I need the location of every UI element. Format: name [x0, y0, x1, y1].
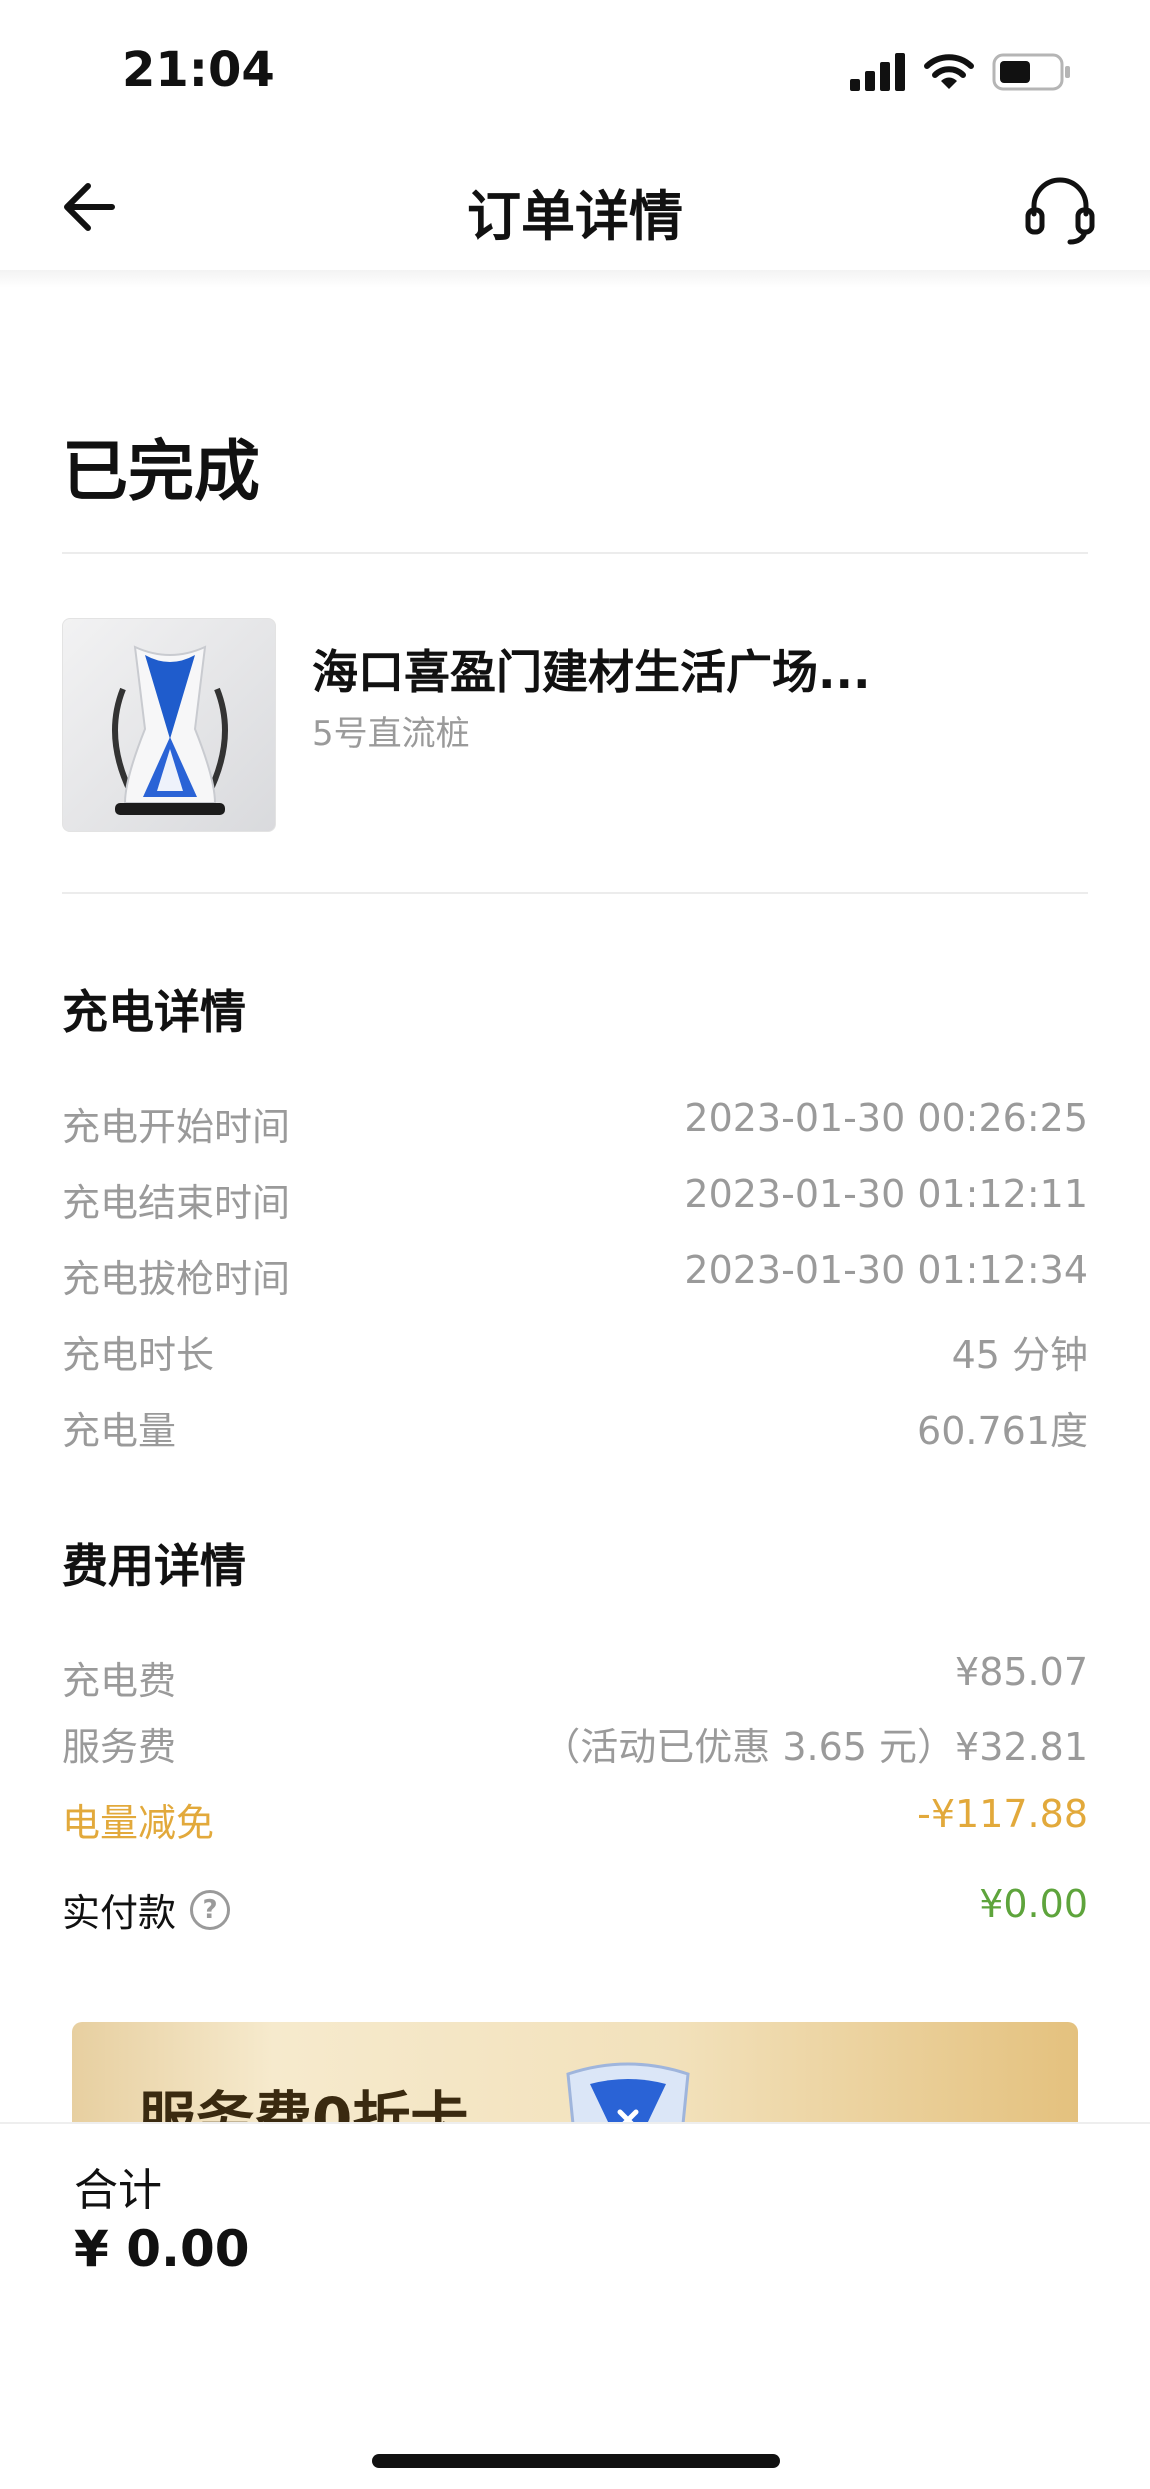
detail-value: 2023-01-30 01:12:11 — [684, 1172, 1088, 1216]
detail-label: 充电拔枪时间 — [62, 1257, 291, 1301]
charging-details-title: 充电详情 — [62, 985, 246, 1039]
divider — [62, 552, 1088, 554]
fee-row-paid: 实付款 ? ¥0.00 — [62, 1882, 1088, 1938]
bottom-bar: 合计 ¥ 0.00 — [0, 2122, 1150, 2489]
promo-badge-icon — [566, 2062, 690, 2122]
promo-title: 服务费0折卡 — [138, 2085, 469, 2122]
fee-value: -¥117.88 — [917, 1792, 1088, 1836]
fee-label: 服务费 — [62, 1725, 177, 1769]
fee-value: （活动已优惠 3.65 元）¥32.81 — [542, 1725, 1088, 1769]
detail-row-energy: 充电量 60.761度 — [62, 1400, 1088, 1456]
detail-row-duration: 充电时长 45 分钟 — [62, 1324, 1088, 1380]
wifi-icon — [924, 54, 974, 89]
charger-image — [62, 618, 276, 832]
fee-row-charge: 充电费 ¥85.07 — [62, 1650, 1088, 1706]
fee-row-discount: 电量减免 -¥117.88 — [62, 1792, 1088, 1848]
detail-value: 2023-01-30 01:12:34 — [684, 1248, 1088, 1292]
station-name: 海口喜盈门建材生活广场... — [312, 645, 871, 699]
station-card[interactable]: 海口喜盈门建材生活广场... 5号直流桩 — [62, 618, 1088, 832]
status-time: 21:04 — [122, 42, 275, 98]
detail-row-unplug-time: 充电拔枪时间 2023-01-30 01:12:34 — [62, 1248, 1088, 1304]
fee-row-service: 服务费 （活动已优惠 3.65 元）¥32.81 — [62, 1716, 1088, 1772]
detail-label: 充电开始时间 — [62, 1105, 291, 1149]
fee-label: 电量减免 — [62, 1801, 215, 1845]
detail-row-start-time: 充电开始时间 2023-01-30 00:26:25 — [62, 1096, 1088, 1152]
detail-label: 充电量 — [62, 1409, 177, 1453]
battery-icon — [992, 53, 1070, 91]
page-title: 订单详情 — [467, 185, 683, 248]
detail-value: 2023-01-30 00:26:25 — [684, 1096, 1088, 1140]
detail-row-end-time: 充电结束时间 2023-01-30 01:12:11 — [62, 1172, 1088, 1228]
fee-details-title: 费用详情 — [62, 1539, 246, 1593]
status-bar: 21:04 — [0, 0, 1150, 150]
detail-value: 45 分钟 — [951, 1333, 1088, 1377]
fee-label: 实付款 — [62, 1891, 177, 1935]
detail-value: 60.761度 — [917, 1409, 1088, 1453]
status-icons — [850, 52, 1072, 92]
nav-bar: 订单详情 — [0, 150, 1150, 270]
fee-value: ¥0.00 — [979, 1882, 1088, 1926]
customer-service-headset-icon[interactable] — [1022, 172, 1098, 248]
divider — [62, 892, 1088, 894]
paid-label-group: 实付款 ? — [62, 1882, 231, 1937]
cellular-signal-icon — [850, 53, 905, 91]
charging-pile-label: 5号直流桩 — [312, 714, 470, 754]
fee-label: 充电费 — [62, 1659, 177, 1703]
total-value: ¥ 0.00 — [74, 2220, 250, 2278]
fee-value: ¥85.07 — [955, 1650, 1088, 1694]
home-indicator — [372, 2454, 780, 2468]
promo-card[interactable]: 服务费0折卡 — [72, 2022, 1078, 2122]
total-label: 合计 — [74, 2165, 162, 2216]
nav-shadow — [0, 270, 1150, 288]
order-status: 已完成 — [62, 433, 260, 510]
detail-label: 充电结束时间 — [62, 1181, 291, 1225]
detail-label: 充电时长 — [62, 1333, 215, 1377]
question-icon[interactable]: ? — [190, 1889, 231, 1930]
